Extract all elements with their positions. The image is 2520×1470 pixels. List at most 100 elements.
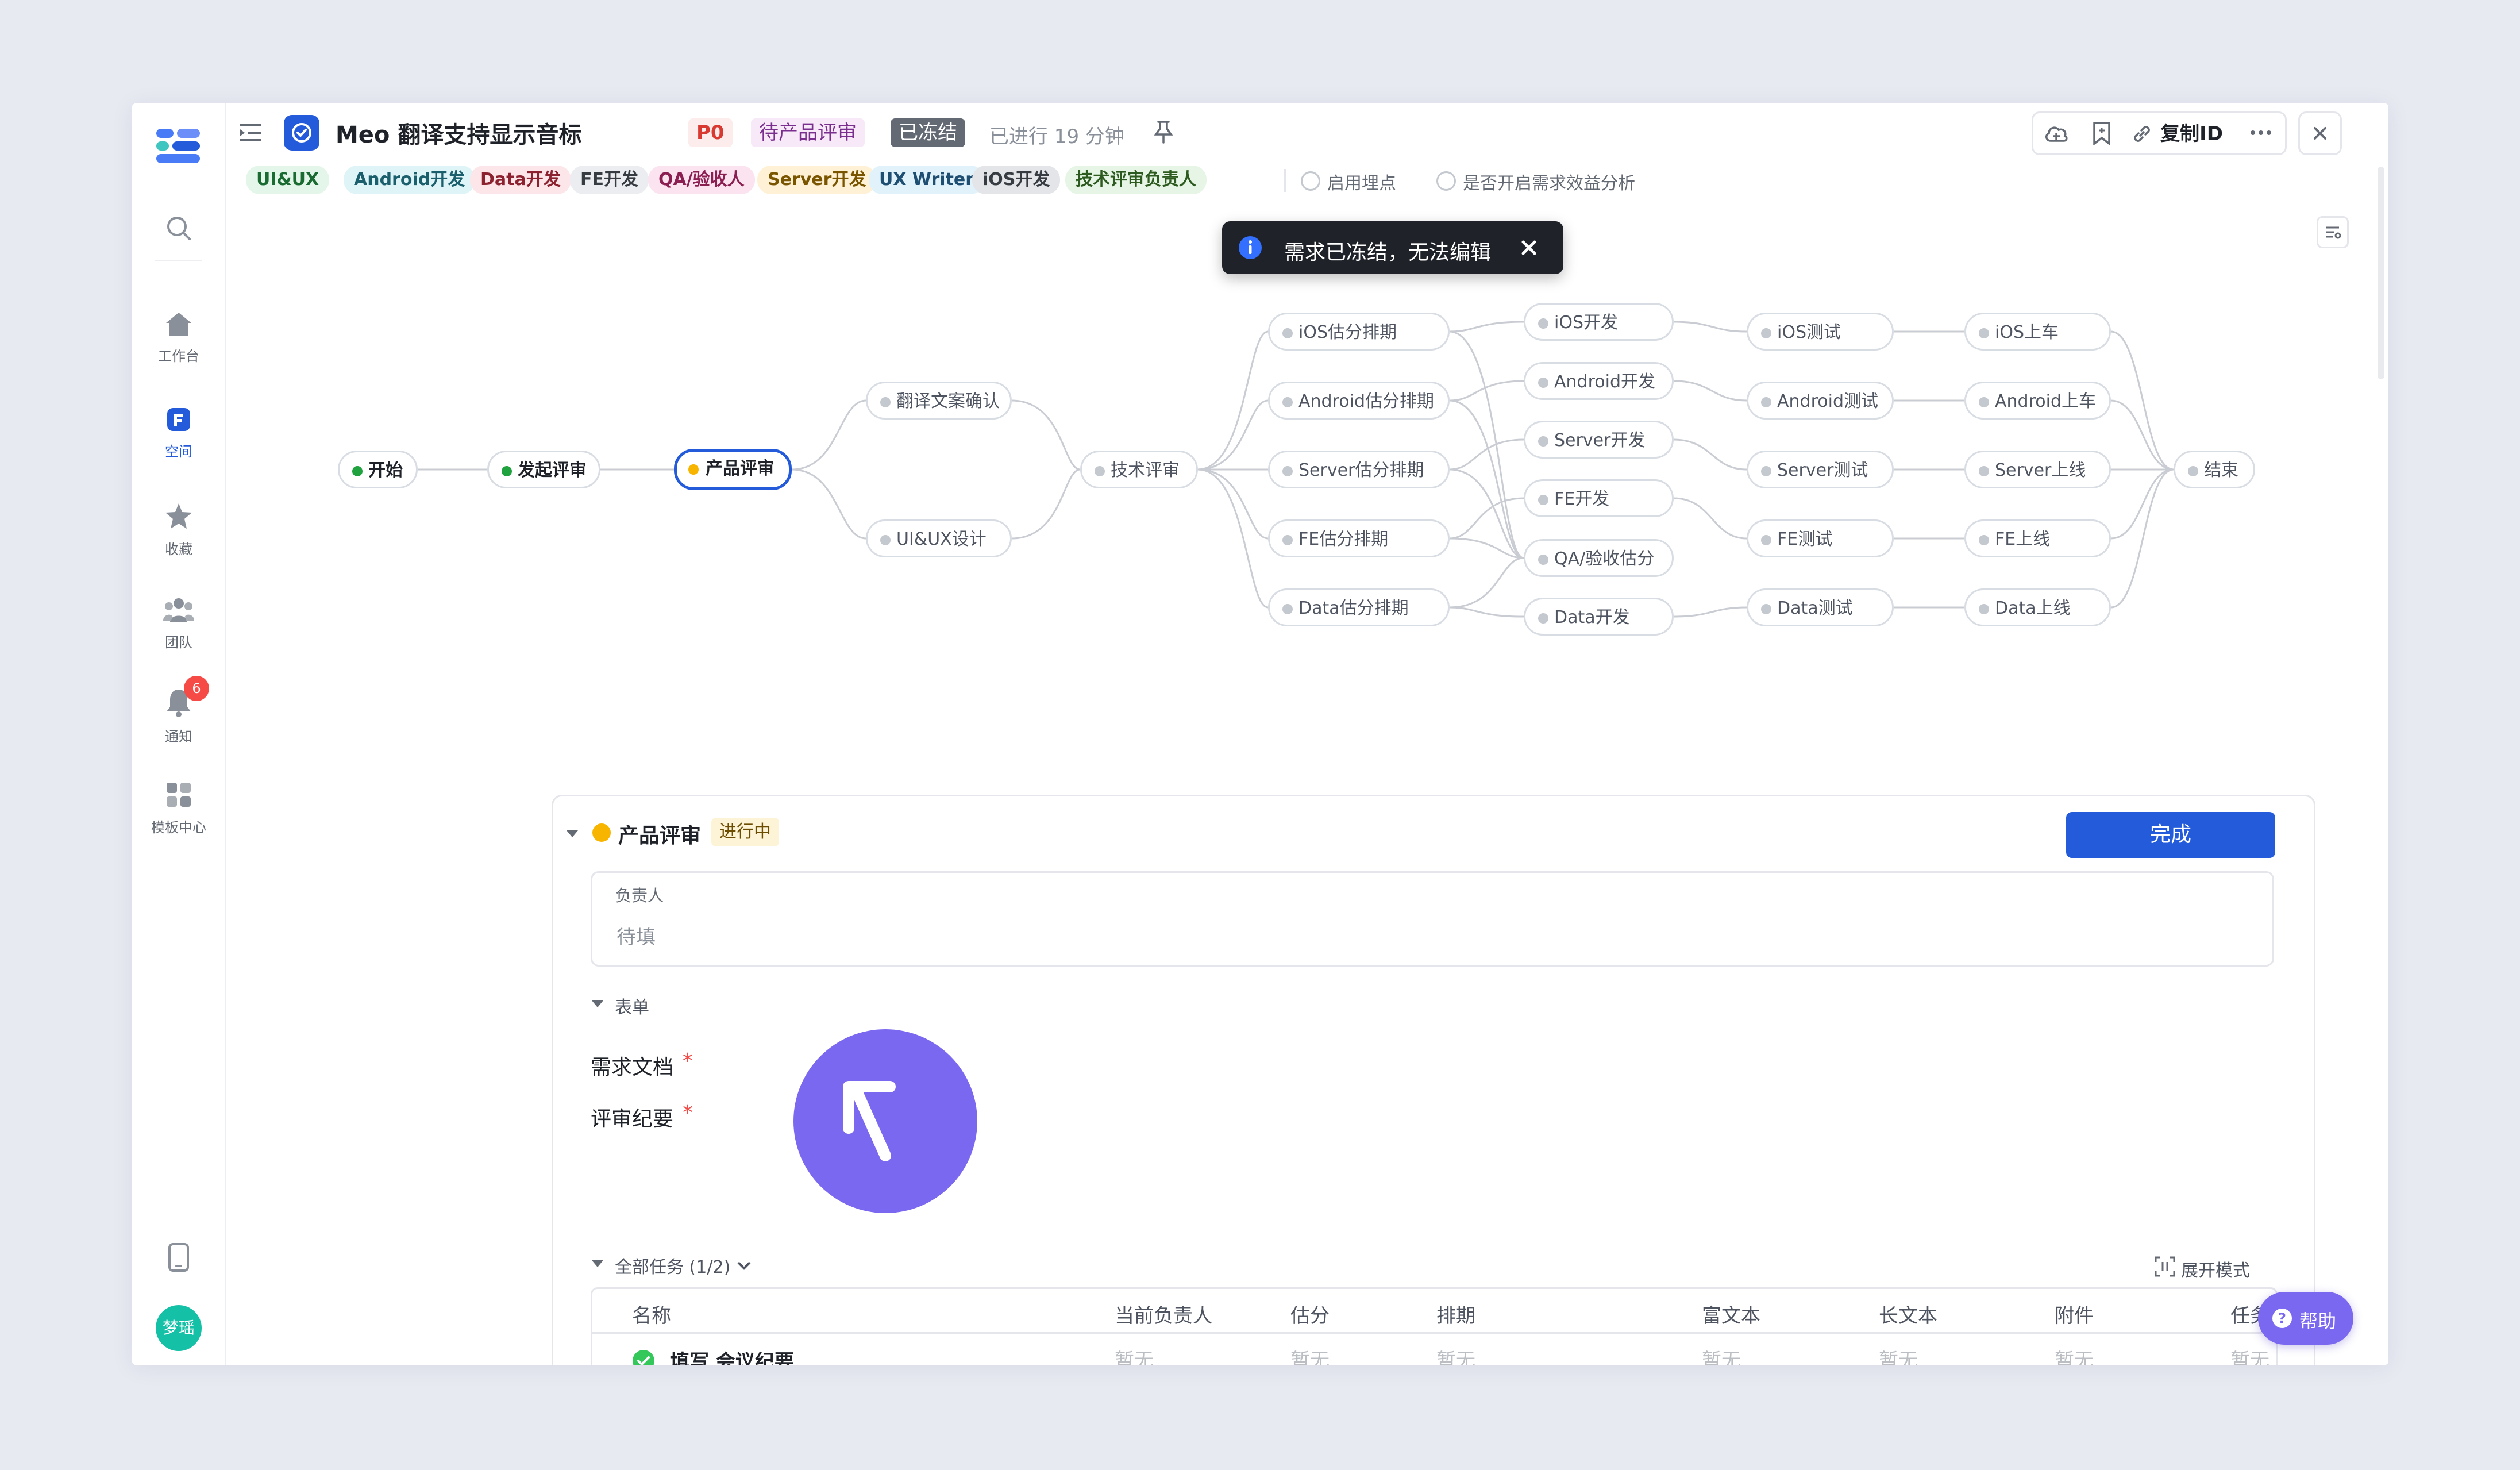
node-label: iOS上车 — [1995, 322, 2059, 343]
flow-node-estimate[interactable]: FE估分排期 — [1268, 519, 1450, 557]
flow-node-release[interactable]: Data上线 — [1964, 588, 2111, 626]
flow-node-test[interactable]: FE测试 — [1747, 519, 1894, 557]
node-label: 结束 — [2204, 460, 2238, 480]
flow-node-release[interactable]: iOS上车 — [1964, 313, 2111, 351]
node-label: Android估分排期 — [1298, 391, 1434, 411]
flow-node-start[interactable]: 开始 — [338, 451, 418, 488]
flow-node-product-review[interactable]: 产品评审 — [674, 449, 792, 490]
expand-mode-button[interactable]: 展开模式 — [2153, 1255, 2250, 1281]
node-label: iOS开发 — [1554, 313, 1618, 333]
column-header[interactable]: 排期 — [1436, 1300, 1475, 1328]
column-header[interactable]: 当前负责人 — [1115, 1300, 1212, 1328]
mobile-icon[interactable] — [168, 1242, 190, 1275]
flow-node-dev[interactable]: iOS开发 — [1524, 303, 1674, 341]
node-label: FE测试 — [1777, 529, 1833, 549]
flow-node-copy-confirm[interactable]: 翻译文案确认 — [866, 382, 1012, 420]
tasks-section-title: 全部任务 (1/2) — [615, 1257, 731, 1277]
flow-connectors — [418, 321, 2174, 618]
task-name[interactable]: 填写 会议纪要 — [670, 1346, 794, 1365]
node-label: 翻译文案确认 — [896, 391, 1000, 411]
node-label: 开始 — [368, 460, 403, 480]
node-label: Server上线 — [1995, 460, 2086, 480]
flow-node-dev[interactable]: Android开发 — [1524, 362, 1674, 400]
flow-node-qa-estimate[interactable]: QA/验收估分 — [1524, 539, 1674, 577]
flow-node-release[interactable]: Server上线 — [1964, 451, 2111, 488]
stage-status-dot — [592, 823, 611, 842]
node-label: 发起评审 — [518, 460, 587, 480]
help-label: 帮助 — [2299, 1310, 2337, 1332]
chevron-down-icon — [592, 1260, 603, 1267]
flow-node-uiux-design[interactable]: UI&UX设计 — [866, 519, 1012, 557]
node-label: UI&UX设计 — [896, 529, 987, 549]
node-label: FE上线 — [1995, 529, 2051, 549]
table-row[interactable] — [592, 1336, 2273, 1365]
flow-node-launch-review[interactable]: 发起评审 — [487, 451, 600, 488]
chevron-down-icon — [737, 1261, 751, 1270]
flow-node-dev[interactable]: Server开发 — [1524, 421, 1674, 459]
close-icon — [1521, 240, 1536, 255]
owner-label: 负责人 — [615, 886, 664, 905]
required-mark: * — [683, 1101, 693, 1125]
grid-icon — [167, 783, 191, 807]
flow-node-estimate[interactable]: Server估分排期 — [1268, 451, 1450, 488]
table-cell: 暂无 — [2055, 1349, 2094, 1365]
flow-node-dev[interactable]: Data开发 — [1524, 598, 1674, 636]
node-label: Data测试 — [1777, 598, 1853, 618]
column-header[interactable]: 富文本 — [1702, 1300, 1760, 1328]
stage-state-badge: 进行中 — [711, 818, 779, 846]
column-header[interactable]: 估分 — [1290, 1300, 1330, 1328]
tasks-section-toggle[interactable]: 全部任务 (1/2) — [591, 1257, 751, 1277]
help-button[interactable]: ? 帮助 — [2258, 1292, 2353, 1345]
node-label: iOS测试 — [1777, 322, 1841, 343]
flow-node-test[interactable]: iOS测试 — [1747, 313, 1894, 351]
flow-node-estimate[interactable]: Android估分排期 — [1268, 382, 1450, 420]
help-icon: ? — [2272, 1309, 2292, 1328]
owner-field[interactable]: 负责人 待填 — [591, 871, 2274, 967]
form-section-toggle[interactable]: 表单 — [591, 998, 649, 1018]
svg-text:?: ? — [2278, 1310, 2286, 1326]
frozen-toast: 需求已冻结，无法编辑 — [1222, 221, 1563, 274]
stage-title: 产品评审 — [618, 824, 702, 848]
rail-label: 模板中心 — [151, 819, 206, 836]
flow-node-dev[interactable]: FE开发 — [1524, 479, 1674, 517]
collapse-stage-icon[interactable] — [565, 829, 579, 841]
flow-node-estimate[interactable]: iOS估分排期 — [1268, 313, 1450, 351]
field-label: 需求文档 — [591, 1056, 674, 1079]
flow-node-test[interactable]: Data测试 — [1747, 588, 1894, 626]
node-label: Data开发 — [1554, 607, 1630, 628]
info-icon — [1239, 236, 1262, 259]
check-circle-icon[interactable] — [632, 1349, 655, 1365]
column-header[interactable]: 长文本 — [1879, 1300, 1937, 1328]
flow-node-estimate[interactable]: Data估分排期 — [1268, 588, 1450, 626]
node-label: iOS估分排期 — [1298, 322, 1397, 343]
node-label: Android开发 — [1554, 372, 1655, 392]
flow-node-tech-review[interactable]: 技术评审 — [1080, 451, 1198, 488]
user-avatar[interactable]: 梦瑶 — [156, 1305, 202, 1351]
rail-item-templates[interactable]: 模板中心 — [132, 782, 225, 836]
flow-node-release[interactable]: FE上线 — [1964, 519, 2111, 557]
field-label: 评审纪要 — [591, 1107, 674, 1131]
node-label: 产品评审 — [706, 459, 775, 479]
table-cell: 暂无 — [1290, 1349, 1330, 1365]
node-label: Android上车 — [1995, 391, 2096, 411]
flow-node-release[interactable]: Android上车 — [1964, 382, 2111, 420]
node-label: Android测试 — [1777, 391, 1878, 411]
expand-icon — [2155, 1256, 2175, 1277]
node-label: 技术评审 — [1111, 460, 1180, 480]
arrow-up-left-icon — [843, 1081, 896, 1161]
complete-button[interactable]: 完成 — [2066, 812, 2275, 858]
toast-close-button[interactable] — [1515, 234, 1543, 261]
column-header[interactable]: 附件 — [2055, 1300, 2094, 1328]
node-label: Data估分排期 — [1298, 598, 1409, 618]
column-header[interactable]: 名称 — [632, 1300, 671, 1328]
flow-node-test[interactable]: Server测试 — [1747, 451, 1894, 488]
node-label: Data上线 — [1995, 598, 2071, 618]
table-cell: 暂无 — [2230, 1349, 2269, 1365]
flow-node-end[interactable]: 结束 — [2174, 451, 2255, 488]
node-label: Server测试 — [1777, 460, 1868, 480]
flow-node-test[interactable]: Android测试 — [1747, 382, 1894, 420]
app-window: 工作台 空间 收藏 团队 通知 6 模板中心 梦瑶 Meo 翻译支持显示音标 P… — [132, 103, 2388, 1365]
node-label: FE开发 — [1554, 489, 1610, 509]
node-label: FE估分排期 — [1298, 529, 1389, 549]
expand-mode-label: 展开模式 — [2181, 1261, 2250, 1281]
